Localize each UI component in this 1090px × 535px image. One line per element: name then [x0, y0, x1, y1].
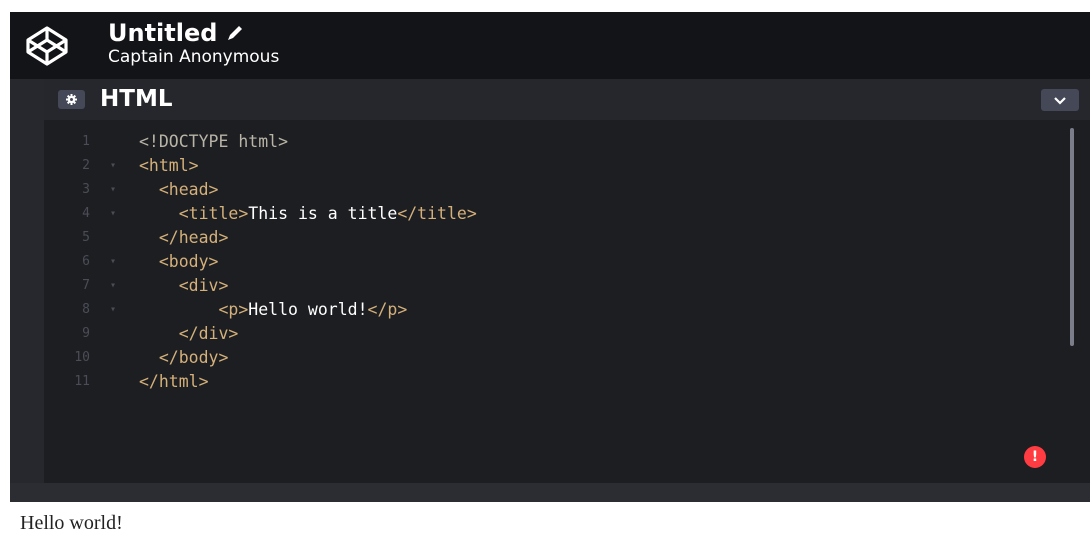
code-text: </body>: [158, 348, 229, 367]
code-line[interactable]: 1 <!DOCTYPE html>: [44, 130, 1064, 154]
preview-pane: Hello world!: [0, 502, 1090, 535]
code-line[interactable]: 8 ▾ <p>Hello world!</p>: [44, 298, 1064, 322]
error-alert-icon[interactable]: !: [1024, 446, 1046, 468]
code-text: </html>: [139, 372, 209, 391]
line-number: 4: [82, 206, 90, 221]
code-text: <body>: [158, 252, 219, 271]
chevron-down-icon: [1054, 96, 1066, 105]
line-number: 5: [82, 230, 90, 245]
fold-arrow-icon[interactable]: ▾: [110, 154, 116, 178]
code-area[interactable]: 1 <!DOCTYPE html> 2 ▾ <html> 3 ▾ <head> 4 ▾ <tit…: [44, 120, 1090, 483]
line-number: 6: [82, 254, 90, 269]
line-number: 11: [74, 374, 90, 389]
fold-arrow-icon[interactable]: ▾: [110, 250, 116, 274]
line-number: 2: [82, 158, 90, 173]
pen-title[interactable]: Untitled: [108, 18, 217, 48]
author-name[interactable]: Captain Anonymous: [108, 45, 279, 69]
code-text: </div>: [178, 324, 239, 343]
gear-icon: [66, 94, 77, 105]
codepen-app: Untitled Captain Anonymous HTML 1 <!DOCT…: [10, 12, 1090, 502]
fold-arrow-icon[interactable]: ▾: [110, 274, 116, 298]
code-line[interactable]: 7 ▾ <div>: [44, 274, 1064, 298]
pencil-icon[interactable]: [225, 23, 245, 43]
code-line[interactable]: 2 ▾ <html>: [44, 154, 1064, 178]
code-text: <!DOCTYPE html>: [139, 132, 289, 151]
fold-arrow-icon[interactable]: ▾: [110, 298, 116, 322]
top-bar: Untitled Captain Anonymous: [10, 12, 1090, 79]
editor-settings-button[interactable]: [58, 90, 85, 109]
workspace: HTML 1 <!DOCTYPE html> 2 ▾ <html> 3 ▾ <head> 4 ▾…: [10, 79, 1090, 502]
editor-header: HTML: [44, 79, 1090, 120]
html-editor-panel: HTML 1 <!DOCTYPE html> 2 ▾ <html> 3 ▾ <head> 4 ▾…: [44, 79, 1090, 483]
line-number: 1: [82, 134, 90, 149]
editor-title: HTML: [100, 86, 173, 112]
code-line[interactable]: 10 </body>: [44, 346, 1064, 370]
editor-collapse-button[interactable]: [1041, 89, 1079, 111]
preview-text: Hello world!: [20, 512, 123, 534]
code-line[interactable]: 9 </div>: [44, 322, 1064, 346]
code-text: <p>Hello world!</p>: [218, 300, 408, 319]
code-line[interactable]: 5 </head>: [44, 226, 1064, 250]
code-text: <head>: [158, 180, 219, 199]
scrollbar-thumb[interactable]: [1070, 128, 1074, 346]
code-line[interactable]: 11 </html>: [44, 370, 1064, 394]
code-text: <title>This is a title</title>: [178, 204, 477, 223]
code-line[interactable]: 6 ▾ <body>: [44, 250, 1064, 274]
line-number: 7: [82, 278, 90, 293]
codepen-logo-icon[interactable]: [24, 24, 70, 68]
line-number: 3: [82, 182, 90, 197]
resize-gutter[interactable]: [10, 79, 44, 483]
code-text: <div>: [178, 276, 229, 295]
line-number: 8: [82, 302, 90, 317]
code-line[interactable]: 3 ▾ <head>: [44, 178, 1064, 202]
line-number: 10: [74, 350, 90, 365]
line-number: 9: [82, 326, 90, 341]
code-line[interactable]: 4 ▾ <title>This is a title</title>: [44, 202, 1064, 226]
fold-arrow-icon[interactable]: ▾: [110, 178, 116, 202]
code-text: </head>: [158, 228, 229, 247]
fold-arrow-icon[interactable]: ▾: [110, 202, 116, 226]
code-text: <html>: [139, 156, 199, 175]
